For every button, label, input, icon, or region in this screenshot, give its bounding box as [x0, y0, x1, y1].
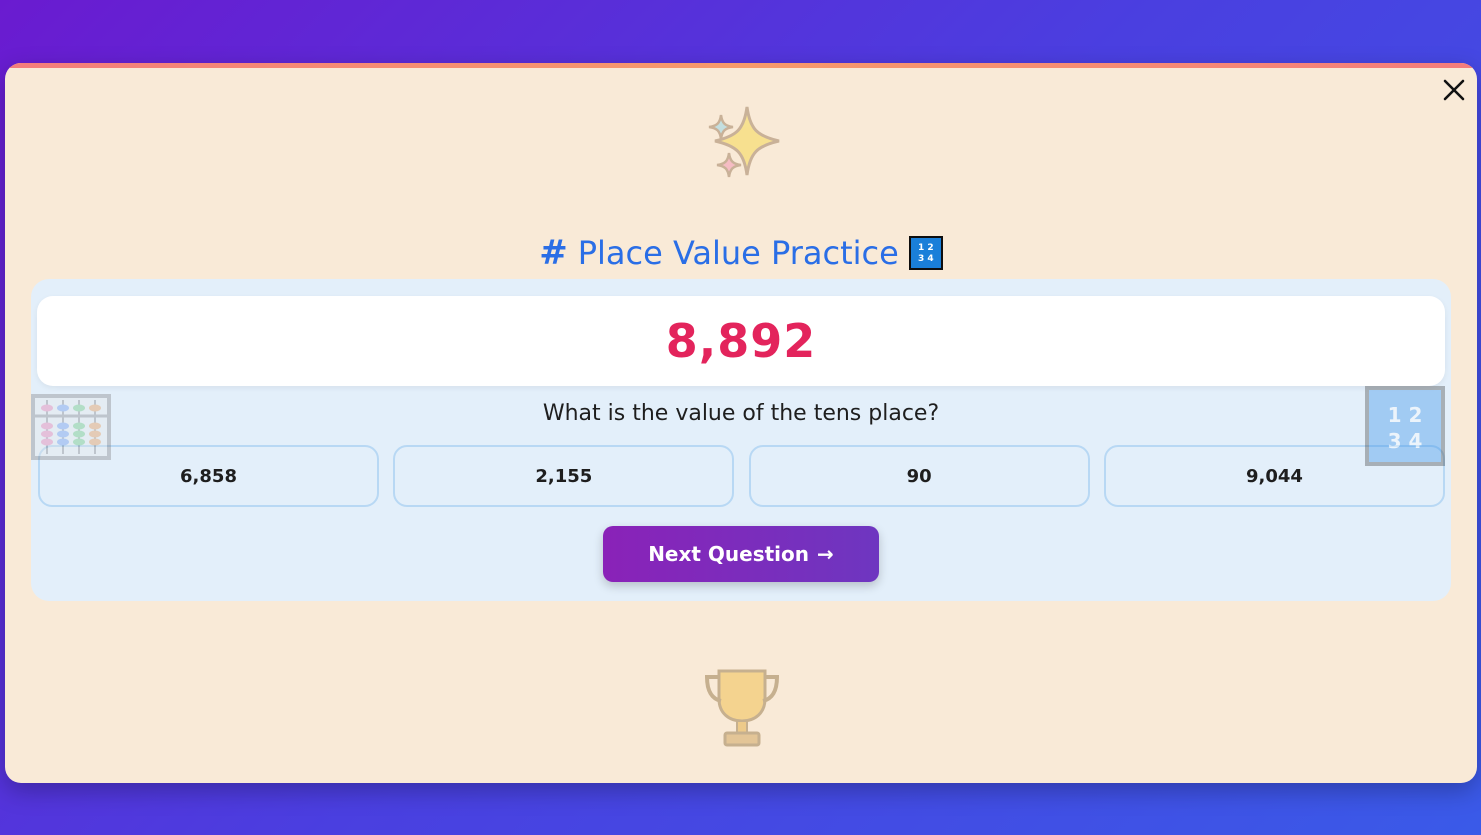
input-numbers-icon: 1 2 3 4: [1365, 386, 1445, 466]
abacus-icon: [31, 394, 111, 460]
answer-options: 6,858 2,155 90 9,044: [38, 445, 1445, 507]
modal-accent-bar: [5, 63, 1477, 68]
page-title: # Place Value Practice 1 23 4: [5, 233, 1477, 273]
question-text: What is the value of the tens place?: [542, 401, 940, 426]
svg-text:3 4: 3 4: [1388, 429, 1423, 453]
next-question-button[interactable]: Next Question →: [603, 526, 879, 582]
answer-option-3[interactable]: 90: [748, 445, 1090, 507]
question-panel: 8,892 What is the value of the tens plac…: [31, 279, 1451, 601]
answer-option-2[interactable]: 2,155: [393, 445, 735, 507]
input-numbers-icon: 1 23 4: [908, 236, 943, 270]
svg-text:1 2: 1 2: [1388, 403, 1423, 427]
trophy-icon: [704, 669, 780, 747]
hash-icon: #: [539, 233, 568, 273]
arrow-right-icon: →: [817, 542, 834, 566]
target-number: 8,892: [37, 296, 1445, 386]
close-icon: [1443, 79, 1465, 101]
sparkles-icon: [708, 106, 780, 178]
quiz-modal: # Place Value Practice 1 23 4 8,892 What…: [5, 63, 1477, 783]
title-text: Place Value Practice: [577, 234, 899, 272]
close-button[interactable]: [1439, 75, 1469, 105]
next-question-label: Next Question: [648, 542, 810, 566]
